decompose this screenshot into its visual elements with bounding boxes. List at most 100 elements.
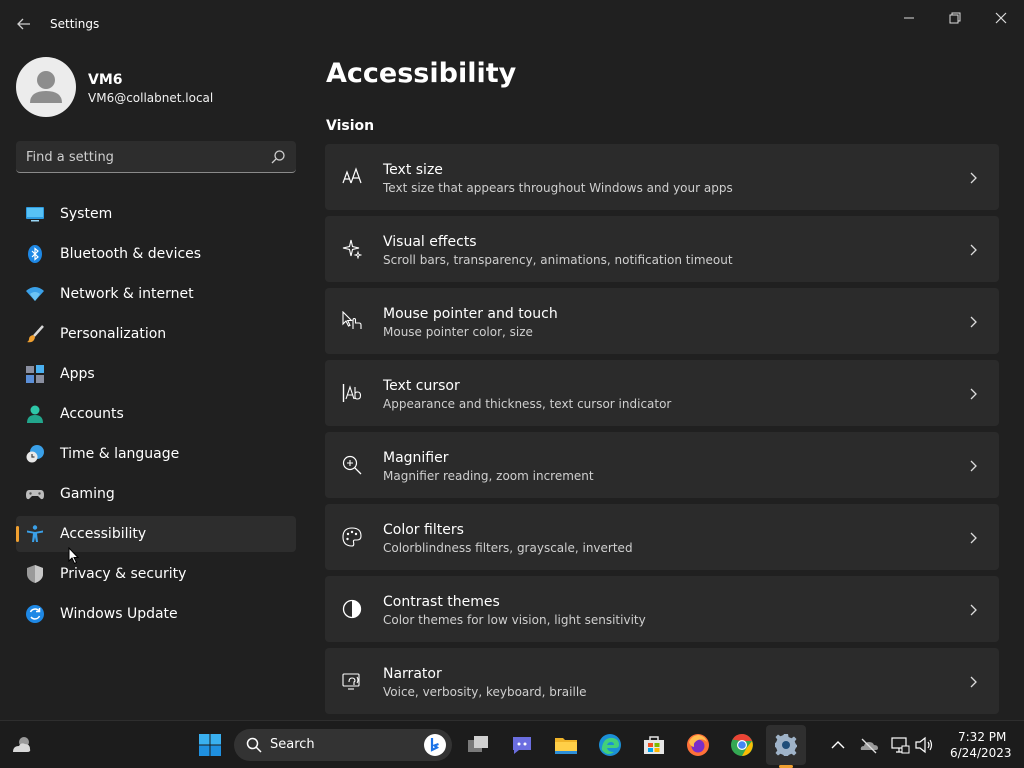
bluetooth-icon	[26, 245, 44, 263]
sidebar-nav: System Bluetooth & devices Network & int…	[16, 196, 296, 636]
setting-title: Magnifier	[383, 450, 449, 466]
firefox-icon[interactable]	[686, 733, 710, 757]
setting-title: Contrast themes	[383, 594, 500, 610]
back-arrow-icon	[17, 18, 30, 30]
sidebar-item-time-language[interactable]: Time & language	[16, 436, 296, 472]
start-windows-icon[interactable]	[198, 733, 222, 757]
sidebar-item-network[interactable]: Network & internet	[16, 276, 296, 312]
sidebar-item-label: Windows Update	[60, 606, 178, 622]
setting-card-contrast-themes[interactable]: Contrast themes Color themes for low vis…	[325, 576, 999, 642]
settings-gear-icon[interactable]	[774, 733, 798, 757]
sidebar-item-privacy-security[interactable]: Privacy & security	[16, 556, 296, 592]
sidebar-item-label: System	[60, 206, 113, 222]
setting-title: Text size	[383, 162, 443, 178]
chrome-icon[interactable]	[730, 733, 754, 757]
system-icon	[26, 205, 44, 223]
setting-title: Narrator	[383, 666, 442, 682]
minimize-button[interactable]	[894, 8, 924, 28]
teams-chat-icon[interactable]	[510, 733, 534, 757]
narrator-icon	[342, 671, 362, 691]
setting-description: Voice, verbosity, keyboard, braille	[383, 685, 587, 699]
close-icon	[995, 12, 1007, 24]
file-explorer-icon[interactable]	[554, 733, 578, 757]
sidebar-item-label: Apps	[60, 366, 95, 382]
settings-list: Text size Text size that appears through…	[325, 144, 999, 720]
account-icon	[26, 405, 44, 423]
network-icon[interactable]	[890, 735, 910, 755]
chevron-right-icon	[967, 242, 979, 256]
user-email: VM6@collabnet.local	[88, 91, 214, 105]
sidebar-item-gaming[interactable]: Gaming	[16, 476, 296, 512]
setting-card-text-size[interactable]: Text size Text size that appears through…	[325, 144, 999, 210]
page-title: Accessibility	[326, 58, 517, 89]
edge-icon[interactable]	[598, 733, 622, 757]
setting-card-mouse-pointer[interactable]: Mouse pointer and touch Mouse pointer co…	[325, 288, 999, 354]
weather-icon[interactable]	[10, 733, 34, 757]
sidebar-item-label: Accounts	[60, 406, 124, 422]
taskbar: Search 7:32 PM 6/24/2023	[0, 720, 1024, 768]
user-name: VM6	[88, 72, 123, 88]
brush-icon	[26, 325, 44, 343]
setting-card-magnifier[interactable]: Magnifier Magnifier reading, zoom increm…	[325, 432, 999, 498]
pointer-touch-icon	[342, 310, 362, 331]
setting-title: Visual effects	[383, 234, 477, 250]
search-box[interactable]	[16, 141, 296, 173]
setting-title: Mouse pointer and touch	[383, 306, 558, 322]
search-icon	[246, 737, 262, 753]
taskbar-search-label: Search	[270, 737, 315, 752]
restore-button[interactable]	[940, 8, 970, 28]
sidebar-item-system[interactable]: System	[16, 196, 296, 232]
setting-description: Scroll bars, transparency, animations, n…	[383, 253, 733, 267]
chevron-right-icon	[967, 314, 979, 328]
chevron-right-icon	[967, 458, 979, 472]
update-icon	[26, 605, 44, 623]
setting-title: Text cursor	[383, 378, 460, 394]
setting-description: Mouse pointer color, size	[383, 325, 533, 339]
mouse-cursor-icon	[68, 546, 80, 565]
setting-description: Colorblindness filters, grayscale, inver…	[383, 541, 633, 555]
chevron-right-icon	[967, 530, 979, 544]
microsoft-store-icon[interactable]	[642, 733, 666, 757]
setting-card-visual-effects[interactable]: Visual effects Scroll bars, transparency…	[325, 216, 999, 282]
setting-card-color-filters[interactable]: Color filters Colorblindness filters, gr…	[325, 504, 999, 570]
apps-icon	[26, 365, 44, 383]
person-icon	[30, 71, 62, 103]
search-icon[interactable]	[270, 149, 286, 165]
close-button[interactable]	[986, 8, 1016, 28]
task-view-icon[interactable]	[466, 733, 490, 757]
setting-card-text-cursor[interactable]: Text cursor Appearance and thickness, te…	[325, 360, 999, 426]
restore-icon	[949, 12, 961, 24]
chevron-right-icon	[967, 602, 979, 616]
clock-date[interactable]: 6/24/2023	[950, 746, 1012, 760]
sidebar-item-personalization[interactable]: Personalization	[16, 316, 296, 352]
bing-icon[interactable]	[424, 734, 446, 756]
onedrive-icon[interactable]	[859, 735, 879, 755]
sidebar-item-apps[interactable]: Apps	[16, 356, 296, 392]
setting-description: Text size that appears throughout Window…	[383, 181, 733, 195]
sidebar-item-bluetooth[interactable]: Bluetooth & devices	[16, 236, 296, 272]
search-input[interactable]	[26, 147, 256, 167]
magnifier-icon	[342, 455, 362, 475]
gamepad-icon	[26, 485, 44, 503]
sidebar-item-label: Time & language	[60, 446, 180, 462]
wifi-icon	[26, 285, 44, 303]
taskbar-search[interactable]: Search	[234, 729, 452, 761]
avatar	[16, 57, 76, 117]
chevron-right-icon	[967, 674, 979, 688]
chevron-right-icon	[967, 386, 979, 400]
setting-title: Color filters	[383, 522, 464, 538]
sidebar-item-label: Privacy & security	[60, 566, 187, 582]
setting-description: Magnifier reading, zoom increment	[383, 469, 594, 483]
volume-icon[interactable]	[914, 735, 934, 755]
back-button[interactable]	[12, 12, 36, 36]
clock-time[interactable]: 7:32 PM	[958, 730, 1006, 744]
sidebar-item-windows-update[interactable]: Windows Update	[16, 596, 296, 632]
sidebar-item-accessibility[interactable]: Accessibility	[16, 516, 296, 552]
title-bar: Settings	[0, 0, 1024, 48]
accessibility-icon	[26, 525, 44, 543]
setting-card-narrator[interactable]: Narrator Voice, verbosity, keyboard, bra…	[325, 648, 999, 714]
sidebar-item-accounts[interactable]: Accounts	[16, 396, 296, 432]
chevron-up-icon[interactable]	[828, 735, 848, 755]
palette-icon	[342, 527, 362, 547]
setting-description: Appearance and thickness, text cursor in…	[383, 397, 672, 411]
